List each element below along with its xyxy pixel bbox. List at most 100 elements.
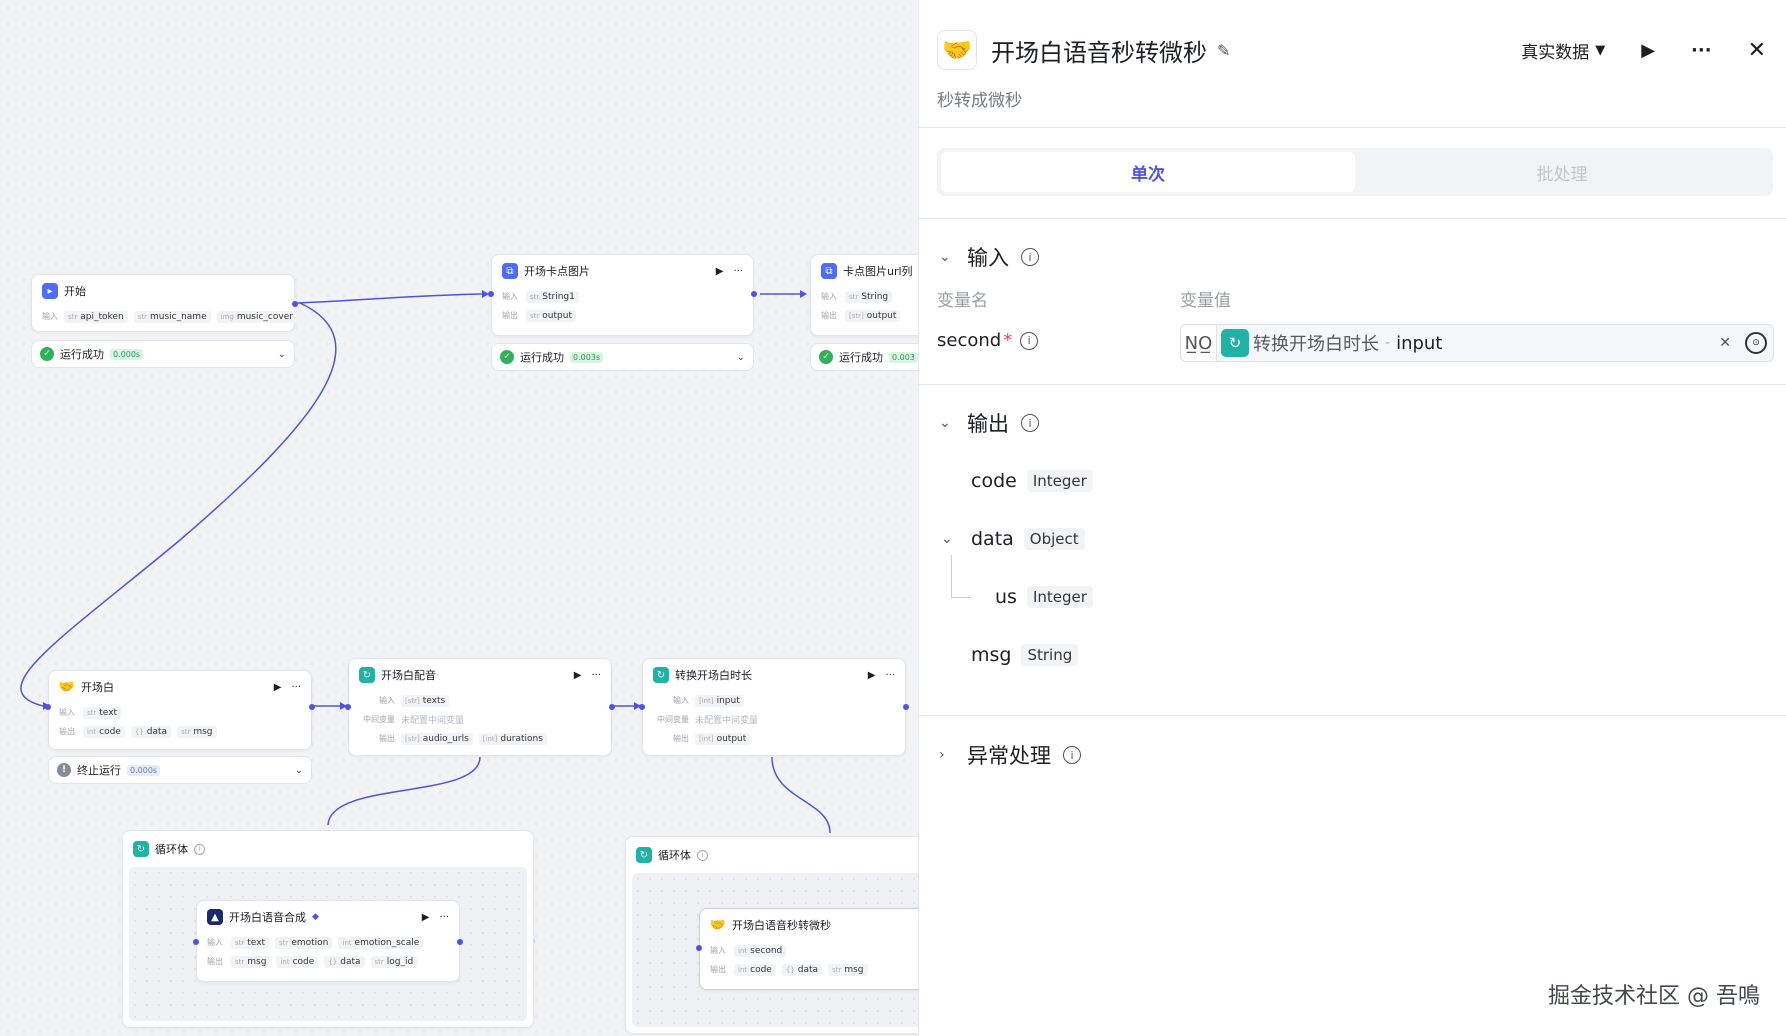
number-type-badge[interactable]: N̲O̲ — [1181, 325, 1217, 361]
node-title: 卡点图片url列 — [843, 265, 913, 278]
info-icon[interactable]: i — [1020, 331, 1039, 350]
node-dubbing[interactable]: ↻ 开场白配音 ▶ ··· 输入 [str] texts 中间变量 未配置中间变量 … — [345, 658, 615, 756]
chevron-down-icon: ⌄ — [939, 249, 951, 265]
caret-down-icon: ▼ — [1595, 42, 1606, 58]
more-icon[interactable]: ··· — [591, 670, 601, 681]
node-opening[interactable]: 🤝 开场白 ▶ ··· 输入 str text 输出 int code {} data … — [45, 670, 315, 750]
param-tag: [int] output — [695, 732, 751, 745]
node-title: 转换开场白时长 — [675, 669, 752, 682]
tab-batch[interactable]: 批处理 — [1355, 152, 1769, 192]
info-icon[interactable]: i — [1063, 746, 1081, 764]
node-sec2us[interactable]: 🤝 开场白语音秒转微秒 输入 int second 输出 int code {} da… — [696, 908, 918, 990]
output-label: 输出 — [207, 957, 223, 966]
node-convert[interactable]: ↻ 转换开场白时长 ▶ ··· 输入 [int] input 中间变量 未配置中间变… — [639, 658, 909, 756]
node-card-url[interactable]: ⧉ 卡点图片url列 输入 str String 输出 [str] output — [810, 254, 918, 336]
node-card-image[interactable]: ⧉ 开场卡点图片 ▶ ··· 输入 str String1 输出 str output — [488, 254, 757, 336]
mid-var-label: 中间变量 — [657, 715, 689, 724]
more-icon[interactable]: ··· — [885, 670, 895, 681]
clear-icon[interactable]: ✕ — [1719, 335, 1731, 351]
workflow-canvas[interactable]: ▸ 开始 输入 str api_token str music_name img mu… — [0, 0, 918, 1036]
code-icon: ⧉ — [821, 263, 837, 279]
more-icon[interactable]: ··· — [733, 266, 743, 277]
run-icon[interactable]: ▶ — [274, 682, 282, 693]
variable-value-selector[interactable]: N̲O̲ ↻ 转换开场白时长 - input ✕ ⊙ — [1180, 324, 1774, 362]
param-tag: str msg — [231, 955, 271, 968]
tab-single[interactable]: 单次 — [941, 152, 1355, 192]
chevron-down-icon[interactable]: ⌄ — [278, 349, 286, 360]
more-icon[interactable]: ··· — [291, 682, 301, 693]
input-port[interactable] — [639, 704, 645, 710]
handshake-icon: 🤝 — [937, 30, 977, 70]
param-tag: {} data — [130, 725, 172, 738]
panel-title[interactable]: 开场白语音秒转微秒 — [991, 33, 1207, 68]
param-tag: str music_name — [133, 310, 211, 323]
output-field[interactable]: ⌄ data Object — [941, 528, 1085, 550]
run-status[interactable]: ✓ 运行成功 0.003 — [810, 343, 918, 371]
data-mode-label: 真实数据 — [1521, 42, 1590, 63]
run-icon[interactable]: ▶ — [868, 670, 876, 681]
more-icon[interactable]: ··· — [1691, 40, 1712, 61]
run-icon[interactable]: ▶ — [1641, 40, 1655, 61]
input-port[interactable] — [696, 945, 702, 951]
output-port[interactable] — [309, 704, 315, 710]
node-title: 开场白 — [81, 681, 114, 694]
param-tag: int code — [734, 963, 776, 976]
output-section-header[interactable]: ⌄ 输出 i — [939, 408, 1039, 438]
run-icon[interactable]: ▶ — [422, 912, 430, 923]
node-tts[interactable]: ▲ 开场白语音合成 ◆ ▶ ··· 输入 str text str emotion i… — [193, 900, 463, 982]
input-port[interactable] — [45, 704, 51, 710]
info-icon[interactable]: i — [194, 843, 205, 855]
input-label: 输入 — [379, 696, 395, 705]
chevron-down-icon[interactable]: ⌄ — [941, 531, 961, 547]
chevron-down-icon[interactable]: ⌄ — [737, 352, 745, 363]
output-port[interactable] — [292, 301, 298, 307]
loop-icon: ↻ — [653, 667, 669, 683]
chevron-down-icon[interactable]: ⌄ — [295, 765, 303, 776]
panel-header: 🤝 开场白语音秒转微秒 ✎ 真实数据 ▼ ▶ ··· ✕ — [937, 30, 1766, 70]
more-icon[interactable]: ··· — [439, 912, 449, 923]
close-icon[interactable]: ✕ — [1748, 38, 1766, 63]
error-section-header[interactable]: › 异常处理 i — [939, 740, 1081, 770]
param-tag: [str] audio_urls — [401, 732, 473, 745]
output-port[interactable] — [751, 291, 757, 297]
section-title: 异常处理 — [967, 744, 1051, 768]
param-tag: str emotion — [275, 936, 333, 949]
data-mode-dropdown[interactable]: 真实数据 ▼ — [1521, 38, 1605, 63]
param-tag: {} data — [781, 963, 823, 976]
run-icon[interactable]: ▶ — [574, 670, 582, 681]
duration-badge: 0.000s — [127, 764, 161, 776]
status-text: 运行成功 — [839, 351, 883, 364]
panel-subtitle[interactable]: 秒转成微秒 — [937, 86, 1022, 111]
info-icon[interactable]: i — [697, 849, 708, 861]
run-status[interactable]: ✓ 运行成功 0.003s ⌄ — [491, 343, 754, 371]
variable-picker-icon[interactable]: ⊙ — [1745, 332, 1767, 354]
info-icon[interactable]: i — [1021, 414, 1039, 432]
output-port[interactable] — [609, 704, 615, 710]
success-icon: ✓ — [500, 350, 514, 364]
input-port[interactable] — [345, 704, 351, 710]
info-icon[interactable]: i — [1021, 248, 1039, 266]
node-start[interactable]: ▸ 开始 输入 str api_token str music_name img mu… — [31, 274, 298, 332]
output-port[interactable] — [903, 704, 909, 710]
input-port[interactable] — [193, 939, 199, 945]
output-field: us Integer — [995, 586, 1093, 608]
tree-connector — [951, 597, 971, 598]
field-type: Object — [1023, 528, 1085, 550]
input-port[interactable] — [488, 291, 494, 297]
output-label: 输出 — [710, 965, 726, 974]
output-field: msg String — [971, 644, 1079, 666]
param-tag: str String — [845, 290, 893, 303]
loop-icon: ↻ — [359, 667, 375, 683]
edit-icon[interactable]: ✎ — [1217, 41, 1230, 60]
input-section-header[interactable]: ⌄ 输入 i — [939, 242, 1039, 272]
run-status[interactable]: ! 终止运行 0.000s ⌄ — [48, 756, 312, 784]
output-port[interactable] — [457, 939, 463, 945]
run-icon[interactable]: ▶ — [716, 266, 724, 277]
success-icon: ✓ — [40, 347, 54, 361]
output-field: code Integer — [971, 470, 1093, 492]
node-detail-panel: 🤝 开场白语音秒转微秒 ✎ 真实数据 ▼ ▶ ··· ✕ 秒转成微秒 单次 批处… — [918, 0, 1786, 1036]
duration-badge: 0.000s — [110, 348, 144, 360]
param-tag: int code — [276, 955, 319, 968]
param-tag: int second — [734, 944, 787, 957]
run-status[interactable]: ✓ 运行成功 0.000s ⌄ — [31, 340, 295, 368]
